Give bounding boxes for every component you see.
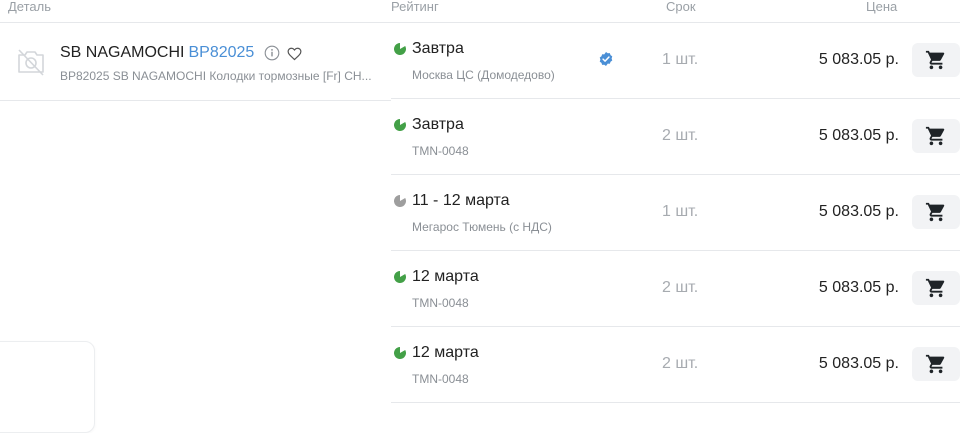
- warehouse-name: Мегарос Тюмень (с НДС): [412, 220, 552, 234]
- warehouse-name: TMN-0048: [412, 296, 469, 310]
- offer-price: 5 083.05 р.: [818, 127, 899, 144]
- cart-icon: [925, 278, 945, 298]
- column-header-detail: Деталь: [8, 0, 51, 14]
- offer-row: 11 - 12 марта Мегарос Тюмень (с НДС) 1 шт.…: [391, 174, 960, 251]
- heart-icon[interactable]: [286, 45, 303, 62]
- rating-pie-icon: [393, 346, 407, 360]
- offer-row: Завтра Москва ЦС (Домодедово) 1 шт. 5 083.0…: [391, 22, 960, 99]
- product-info: SB NAGAMOCHI BP82025 BP82025 SB NAGAMOCHI…: [0, 22, 391, 101]
- delivery-date: Завтра: [412, 116, 464, 133]
- stock-quantity: 1 шт.: [662, 203, 699, 220]
- column-header-term: Срок: [666, 0, 696, 14]
- rating-pie-icon: [393, 118, 407, 132]
- verified-badge-icon: [598, 51, 614, 67]
- table-header: Деталь Рейтинг Срок Цена: [0, 0, 960, 23]
- offer-price: 5 083.05 р.: [818, 203, 899, 220]
- cart-icon: [925, 50, 945, 70]
- offer-row: Завтра TMN-0048 2 шт. 5 083.05 р.: [391, 98, 960, 175]
- offer-price: 5 083.05 р.: [818, 51, 899, 68]
- delivery-date: 12 марта: [412, 344, 479, 361]
- no-photo-icon: [14, 45, 48, 79]
- side-panel: [0, 341, 95, 433]
- add-to-cart-button[interactable]: [912, 43, 960, 77]
- add-to-cart-button[interactable]: [912, 119, 960, 153]
- rating-pie-icon: [393, 194, 407, 208]
- delivery-date: 12 марта: [412, 268, 479, 285]
- column-header-price: Цена: [866, 0, 898, 14]
- offer-row: 12 марта TMN-0048 2 шт. 5 083.05 р.: [391, 250, 960, 327]
- stock-quantity: 2 шт.: [662, 127, 699, 144]
- delivery-date: 11 - 12 марта: [412, 192, 510, 209]
- offer-row: 12 марта TMN-0048 2 шт. 5 083.05 р.: [391, 326, 960, 403]
- offer-price: 5 083.05 р.: [818, 279, 899, 296]
- product-number-link[interactable]: BP82025: [188, 44, 254, 61]
- product-title: SB NAGAMOCHI BP82025: [60, 44, 254, 62]
- stock-quantity: 2 шт.: [662, 279, 699, 296]
- delivery-date: Завтра: [412, 40, 464, 57]
- stock-quantity: 1 шт.: [662, 51, 699, 68]
- offer-price: 5 083.05 р.: [818, 355, 899, 372]
- add-to-cart-button[interactable]: [912, 271, 960, 305]
- rating-pie-icon: [393, 42, 407, 56]
- cart-icon: [925, 126, 945, 146]
- rating-pie-icon: [393, 270, 407, 284]
- product-brand: SB NAGAMOCHI: [60, 44, 185, 61]
- product-description: BP82025 SB NAGAMOCHI Колодки тормозные […: [60, 69, 372, 83]
- warehouse-name: TMN-0048: [412, 372, 469, 386]
- warehouse-name: Москва ЦС (Домодедово): [412, 68, 555, 82]
- add-to-cart-button[interactable]: [912, 347, 960, 381]
- cart-icon: [925, 202, 945, 222]
- column-header-rating: Рейтинг: [391, 0, 439, 14]
- info-icon[interactable]: [264, 45, 280, 61]
- cart-icon: [925, 354, 945, 374]
- stock-quantity: 2 шт.: [662, 355, 699, 372]
- add-to-cart-button[interactable]: [912, 195, 960, 229]
- warehouse-name: TMN-0048: [412, 144, 469, 158]
